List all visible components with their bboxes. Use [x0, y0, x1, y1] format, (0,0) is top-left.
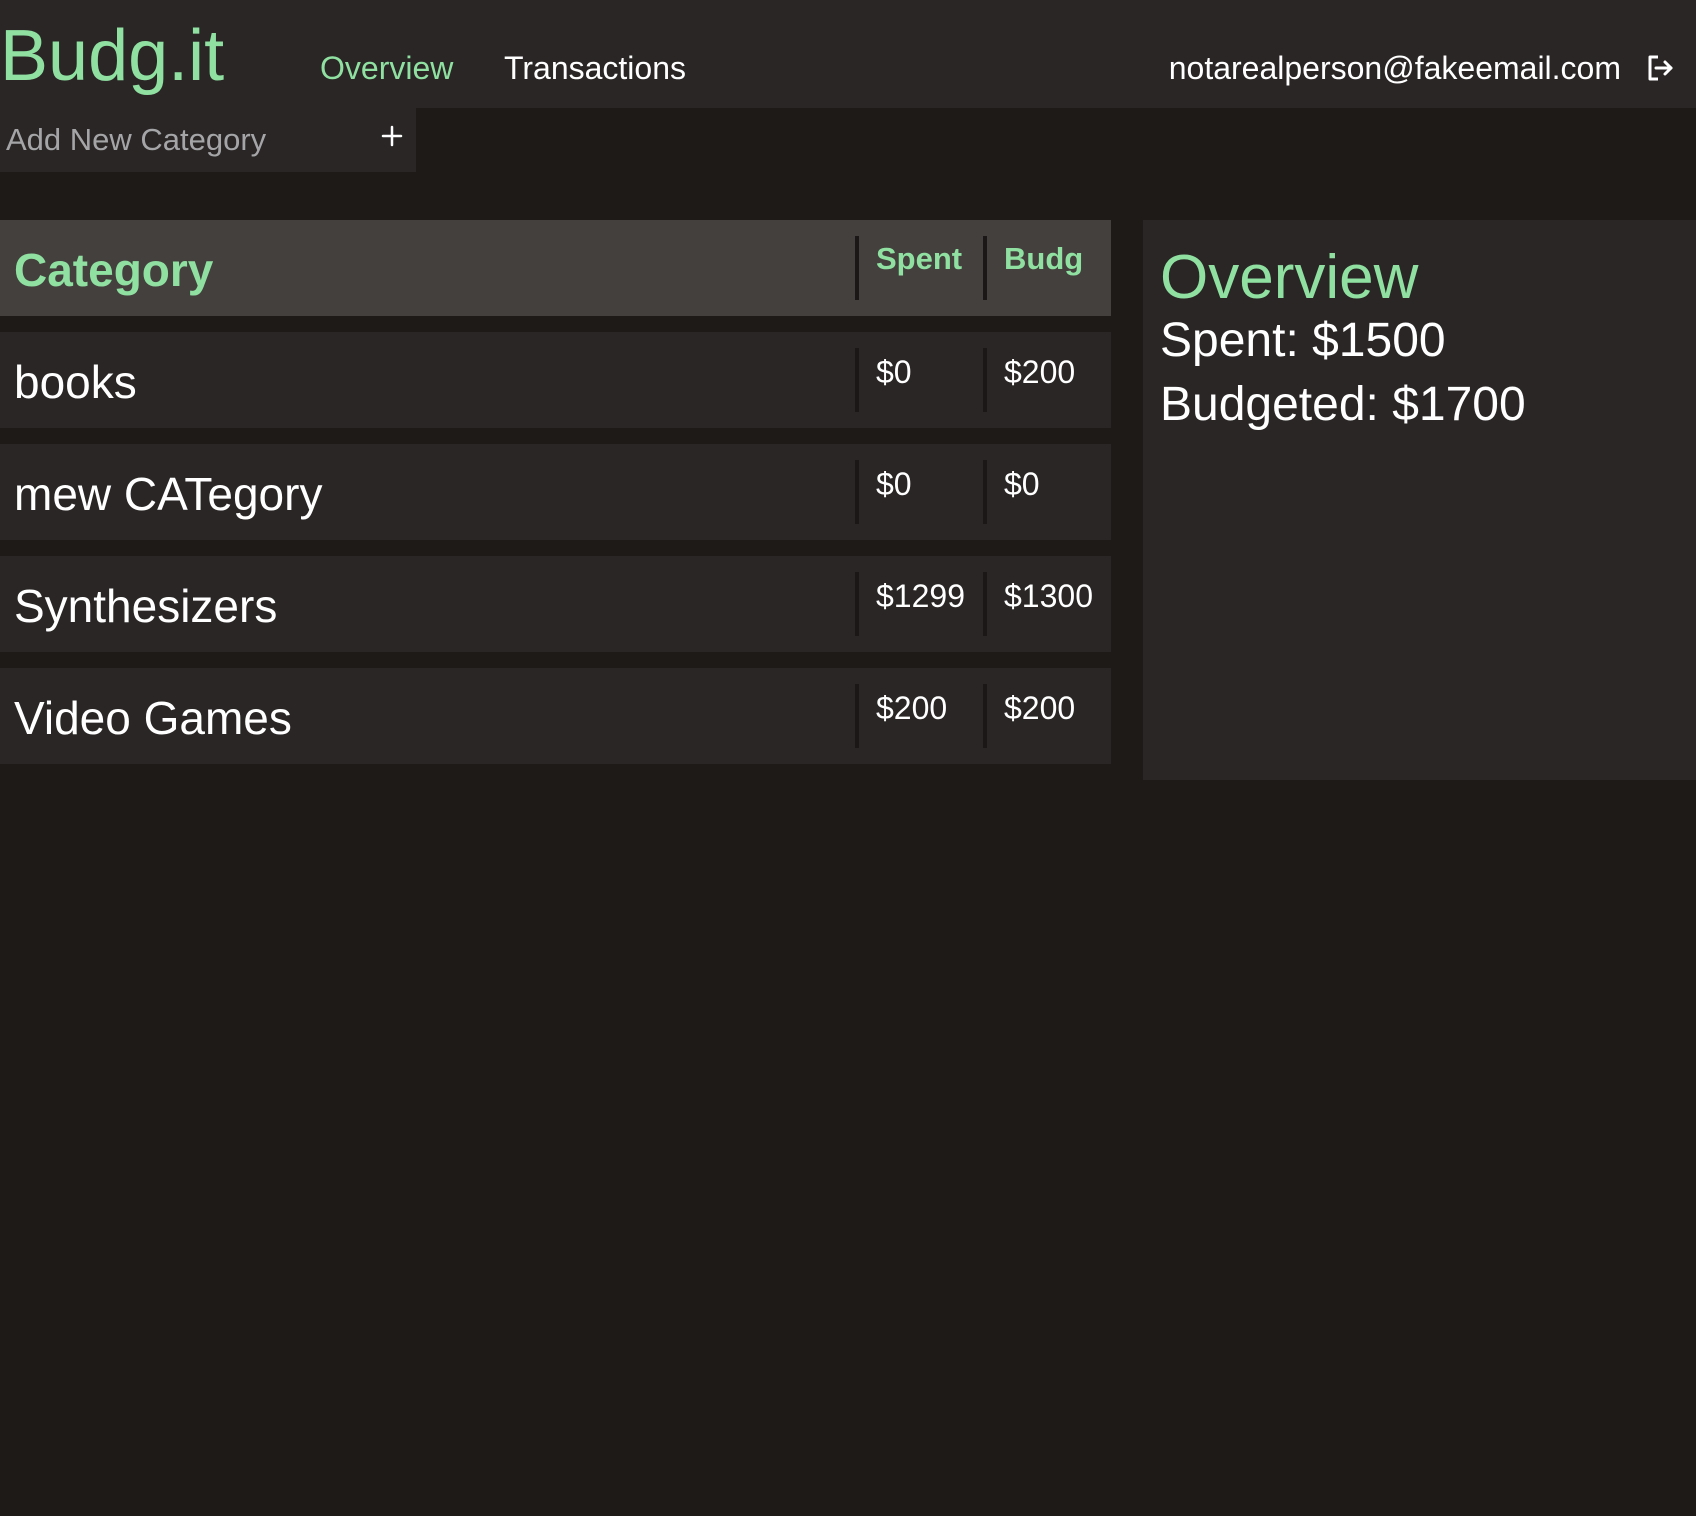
overview-title: Overview: [1160, 243, 1419, 312]
column-divider: [983, 236, 987, 300]
category-spent: $0: [876, 466, 912, 502]
category-budgeted: $0: [1004, 466, 1040, 502]
category-name: Synthesizers: [14, 580, 278, 632]
category-name: books: [14, 356, 137, 408]
app-root: Budg.it Overview Transactions notarealpe…: [0, 0, 1696, 1516]
plus-icon[interactable]: [380, 124, 404, 148]
table-header-row: Category Spent Budg: [0, 220, 1111, 316]
category-spent: $200: [876, 690, 948, 726]
column-divider: [855, 236, 859, 300]
category-budgeted: $200: [1004, 354, 1076, 390]
category-budgeted: $200: [1004, 690, 1076, 726]
category-name: mew CATegory: [14, 468, 323, 520]
user-email: notarealperson@fakeemail.com: [1168, 50, 1621, 86]
table-row[interactable]: books $0 $200: [0, 332, 1111, 428]
logout-icon[interactable]: [1644, 52, 1676, 84]
column-divider: [855, 572, 859, 636]
overview-panel: Overview Spent: $1500 Budgeted: $1700: [1143, 220, 1696, 780]
table-row[interactable]: Video Games $200 $200: [0, 668, 1111, 764]
top-navbar: Budg.it Overview Transactions notarealpe…: [0, 0, 1696, 108]
column-divider: [983, 348, 987, 412]
app-logo[interactable]: Budg.it: [0, 14, 224, 98]
category-spent: $1299: [876, 578, 965, 614]
column-divider: [983, 684, 987, 748]
category-spent: $0: [876, 354, 912, 390]
spent-column-header: Spent: [876, 241, 963, 276]
table-row[interactable]: Synthesizers $1299 $1300: [0, 556, 1111, 652]
column-divider: [855, 460, 859, 524]
overview-budgeted-total: Budgeted: $1700: [1160, 378, 1526, 431]
column-divider: [983, 572, 987, 636]
category-name: Video Games: [14, 692, 292, 744]
budgeted-column-header: Budg: [1004, 241, 1084, 276]
column-divider: [983, 460, 987, 524]
nav-transactions-link[interactable]: Transactions: [504, 48, 686, 88]
overview-spent-total: Spent: $1500: [1160, 314, 1446, 367]
category-budgeted: $1300: [1004, 578, 1093, 614]
column-divider: [855, 348, 859, 412]
add-category-input[interactable]: [0, 108, 360, 172]
add-category-form: [0, 108, 416, 172]
column-divider: [855, 684, 859, 748]
category-column-header: Category: [14, 244, 214, 296]
nav-overview-link[interactable]: Overview: [320, 48, 453, 88]
table-row[interactable]: mew CATegory $0 $0: [0, 444, 1111, 540]
